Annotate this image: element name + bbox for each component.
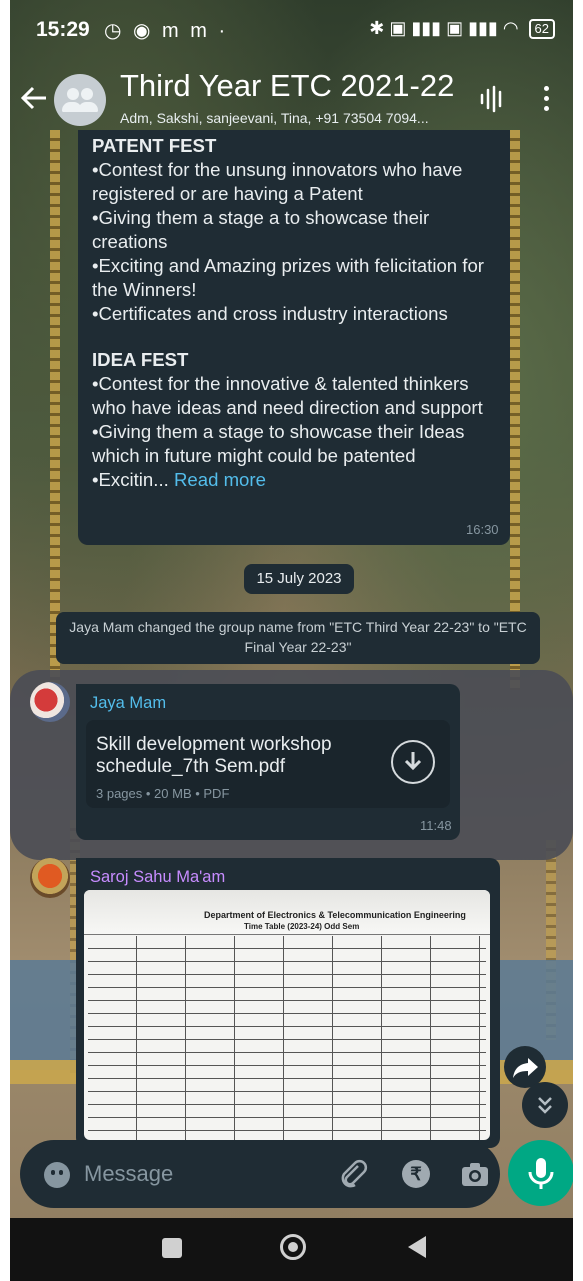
message-composer: ₹: [20, 1140, 500, 1208]
message-time: 16:30: [466, 522, 499, 537]
message-line: •Certificates and cross industry interac…: [92, 303, 448, 324]
message-line: •Giving them a stage a to showcase their…: [92, 207, 430, 252]
back-arrow-icon[interactable]: [18, 80, 50, 116]
document-meta: 3 pages • 20 MB • PDF: [96, 786, 230, 801]
chat-title[interactable]: Third Year ETC 2021-22: [120, 68, 454, 104]
scroll-down-icon[interactable]: [522, 1082, 568, 1128]
microphone-icon[interactable]: [508, 1140, 573, 1206]
system-back-icon[interactable]: [408, 1236, 426, 1258]
document-attachment[interactable]: Skill development workshop schedule_7th …: [86, 720, 450, 808]
chat-header: Third Year ETC 2021-22 Adm, Sakshi, sanj…: [10, 62, 573, 138]
message-input[interactable]: [82, 1158, 316, 1190]
home-icon[interactable]: [280, 1234, 306, 1260]
message-text: PATENT FEST •Contest for the unsung inno…: [92, 134, 502, 492]
sender-name[interactable]: Saroj Sahu Ma'am: [90, 868, 225, 887]
message-time: 11:48: [420, 818, 452, 833]
voice-chat-icon[interactable]: [478, 84, 506, 114]
paperclip-icon[interactable]: [338, 1158, 368, 1190]
group-avatar-icon[interactable]: [54, 74, 106, 126]
status-time: 15:29: [36, 18, 90, 41]
message-line: •Contest for the innovative & talented t…: [92, 373, 483, 418]
download-icon[interactable]: [391, 740, 435, 784]
message-bubble[interactable]: Jaya Mam Skill development workshop sche…: [76, 684, 460, 840]
rupee-payment-icon[interactable]: ₹: [402, 1160, 430, 1188]
sender-name[interactable]: Jaya Mam: [90, 694, 166, 713]
read-more-link[interactable]: Read more: [174, 469, 266, 490]
timetable-grid: [88, 936, 486, 1140]
signal-icons: ✱ ▣ ▮▮▮ ▣ ▮▮▮ ◠: [369, 18, 519, 38]
system-icons: ✱ ▣ ▮▮▮ ▣ ▮▮▮ ◠ 62: [369, 18, 555, 39]
image-attachment[interactable]: Department of Electronics & Telecommunic…: [84, 890, 490, 1140]
message-bubble[interactable]: PATENT FEST •Contest for the unsung inno…: [78, 130, 510, 545]
message-line: •Exciting and Amazing prizes with felici…: [92, 255, 484, 300]
group-members[interactable]: Adm, Sakshi, sanjeevani, Tina, +91 73504…: [120, 110, 429, 126]
battery-icon: 62: [528, 18, 555, 39]
avatar[interactable]: [30, 858, 70, 898]
message-line: •Contest for the unsung innovators who h…: [92, 159, 463, 204]
notification-icons: ◷ ◉ m m ·: [104, 20, 229, 42]
document-name: Skill development workshop schedule_7th …: [96, 734, 332, 777]
system-message: Jaya Mam changed the group name from "ET…: [56, 612, 540, 664]
message-bubble[interactable]: Saroj Sahu Ma'am Department of Electroni…: [76, 858, 500, 1148]
timetable-title: Department of Electronics & Telecommunic…: [204, 910, 466, 920]
timetable-header: Department of Electronics & Telecommunic…: [84, 890, 490, 935]
message-line: •Giving them a stage to showcase their I…: [92, 421, 465, 466]
emoji-icon[interactable]: [44, 1162, 70, 1188]
system-navigation-bar: [10, 1218, 573, 1281]
message-line: •Excitin...: [92, 469, 169, 490]
app-frame: 15:29 ◷ ◉ m m · ✱ ▣ ▮▮▮ ▣ ▮▮▮ ◠ 62 Third…: [10, 0, 573, 1281]
status-bar: 15:29 ◷ ◉ m m · ✱ ▣ ▮▮▮ ▣ ▮▮▮ ◠ 62: [10, 0, 573, 60]
timetable-subtitle: Time Table (2023-24) Odd Sem: [244, 922, 360, 931]
message-heading: PATENT FEST: [92, 135, 217, 156]
more-options-icon[interactable]: [540, 84, 552, 114]
camera-icon[interactable]: [460, 1160, 490, 1188]
recent-apps-icon[interactable]: [162, 1238, 182, 1258]
avatar[interactable]: [30, 682, 70, 722]
message-heading: IDEA FEST: [92, 349, 189, 370]
date-divider: 15 July 2023: [244, 564, 354, 594]
